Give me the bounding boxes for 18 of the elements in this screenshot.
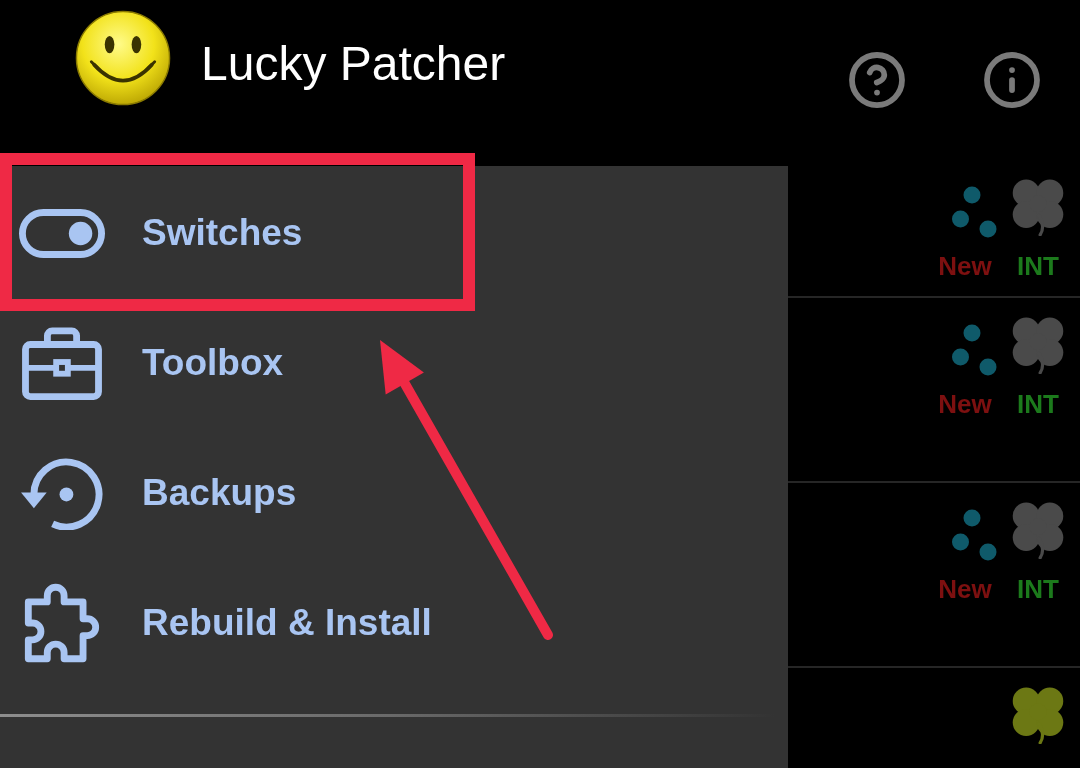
status-label: New xyxy=(938,253,992,279)
status-label: New xyxy=(938,576,992,602)
smiley-icon xyxy=(75,10,171,106)
drawer-item[interactable]: Backups xyxy=(14,428,460,558)
info-icon[interactable] xyxy=(982,50,1042,110)
toggle-icon xyxy=(19,208,105,258)
app-title: Lucky Patcher xyxy=(201,40,506,88)
status-label: New xyxy=(938,391,992,417)
restore-icon xyxy=(20,456,104,530)
drawer-item[interactable]: Rebuild & Install xyxy=(14,558,460,688)
help-icon[interactable] xyxy=(847,50,907,110)
drawer-item[interactable]: Switches xyxy=(14,168,460,298)
status-label: INT xyxy=(1017,253,1059,279)
toolbox-icon xyxy=(22,326,102,400)
drawer-item[interactable]: Toolbox xyxy=(14,298,460,428)
status-label: INT xyxy=(1017,391,1059,417)
puzzle-icon xyxy=(24,583,100,663)
status-label: INT xyxy=(1017,576,1059,602)
